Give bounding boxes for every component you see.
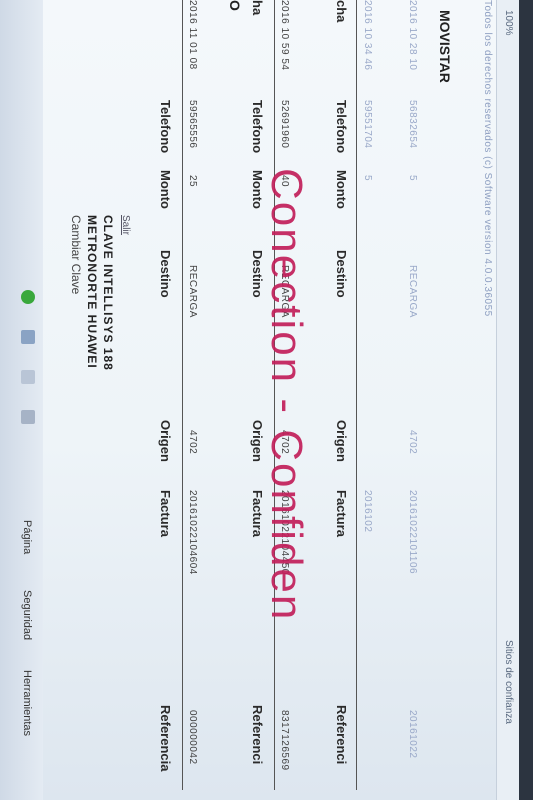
col-fecha-3: cha bbox=[334, 0, 349, 23]
cell-factura: 20161022104604 bbox=[187, 490, 198, 575]
cell-destino: RECARGA bbox=[407, 265, 418, 318]
logout-link[interactable]: Salir bbox=[120, 215, 131, 235]
cell-monto: 5 bbox=[362, 175, 373, 182]
header-divider-3 bbox=[356, 0, 357, 790]
browser-command-bar: Página Seguridad Herramientas bbox=[0, 0, 43, 800]
cell-telefono: 59551704 bbox=[362, 100, 373, 149]
cell-origen: 4702 bbox=[187, 430, 198, 455]
feeds-icon[interactable] bbox=[21, 330, 35, 344]
cell-telefono: 59565556 bbox=[187, 100, 198, 149]
cell-referencia: 20161022 bbox=[407, 710, 418, 759]
cell-telefono: 52691960 bbox=[279, 100, 290, 149]
cell-destino: RECARGA bbox=[187, 265, 198, 318]
col-monto: Monto bbox=[158, 170, 173, 209]
read-mail-icon[interactable] bbox=[21, 370, 35, 384]
status-bar: Sitios de confianza 100% bbox=[496, 0, 519, 800]
col-fecha-2: ha bbox=[250, 0, 265, 16]
col-referencia-2: Referenci bbox=[250, 705, 265, 765]
trusted-sites-label: Sitios de confianza bbox=[503, 640, 514, 724]
page-menu[interactable]: Página bbox=[21, 520, 33, 554]
header-divider bbox=[182, 0, 183, 790]
col-origen-3: Origen bbox=[334, 420, 349, 462]
user-company-label: METRONORTE HUAWEI bbox=[85, 215, 99, 369]
cell-referencia: 000000042 bbox=[187, 710, 198, 765]
cell-origen: 4702 bbox=[407, 430, 418, 455]
cell-fecha: 2016 10 28 10 bbox=[407, 0, 418, 71]
col-referencia: Referencia bbox=[158, 705, 173, 772]
tools-menu[interactable]: Herramientas bbox=[21, 670, 33, 736]
cell-monto: 5 bbox=[407, 175, 418, 182]
screen-bezel bbox=[519, 0, 533, 800]
home-icon[interactable] bbox=[21, 290, 35, 304]
section-title-movistar: MOVISTAR bbox=[437, 10, 453, 83]
cell-fecha: 2016 11 01 08 bbox=[187, 0, 198, 70]
col-destino-3: Destino bbox=[334, 250, 349, 298]
zoom-level[interactable]: 100% bbox=[503, 10, 514, 36]
col-monto-3: Monto bbox=[334, 170, 349, 209]
col-factura-3: Factura bbox=[334, 490, 349, 537]
cell-fecha: 2016 10 34 46 bbox=[362, 0, 373, 71]
rotated-browser-page: Sitios de confianza 100% Cambiar Clave M… bbox=[0, 0, 533, 800]
change-password-link[interactable]: Cambiar Clave bbox=[69, 215, 83, 294]
col-telefono-3: Telefono bbox=[334, 100, 349, 154]
safety-menu[interactable]: Seguridad bbox=[21, 590, 33, 640]
cell-referencia: 8317126569 bbox=[279, 710, 290, 771]
watermark-text: Conection - Confiden bbox=[262, 168, 311, 622]
col-factura: Factura bbox=[158, 490, 173, 537]
col-referencia-3: Referenci bbox=[334, 705, 349, 765]
col-telefono-2: Telefono bbox=[250, 100, 265, 154]
cell-telefono: 56832654 bbox=[407, 100, 418, 149]
section-title-2: O bbox=[227, 0, 243, 11]
cell-factura: 20161022101106 bbox=[407, 490, 418, 575]
cell-monto: 25 bbox=[187, 175, 198, 188]
col-origen: Origen bbox=[158, 420, 173, 462]
col-destino: Destino bbox=[158, 250, 173, 298]
copyright-text: Todos los derechos reservados (c) Softwa… bbox=[482, 0, 493, 317]
col-telefono: Telefono bbox=[158, 100, 173, 154]
cell-factura: 2016102 bbox=[362, 490, 373, 533]
user-key-label: CLAVE INTELLISYS 188 bbox=[101, 215, 115, 371]
cell-fecha: 2016 10 59 54 bbox=[279, 0, 290, 71]
print-icon[interactable] bbox=[21, 410, 35, 424]
